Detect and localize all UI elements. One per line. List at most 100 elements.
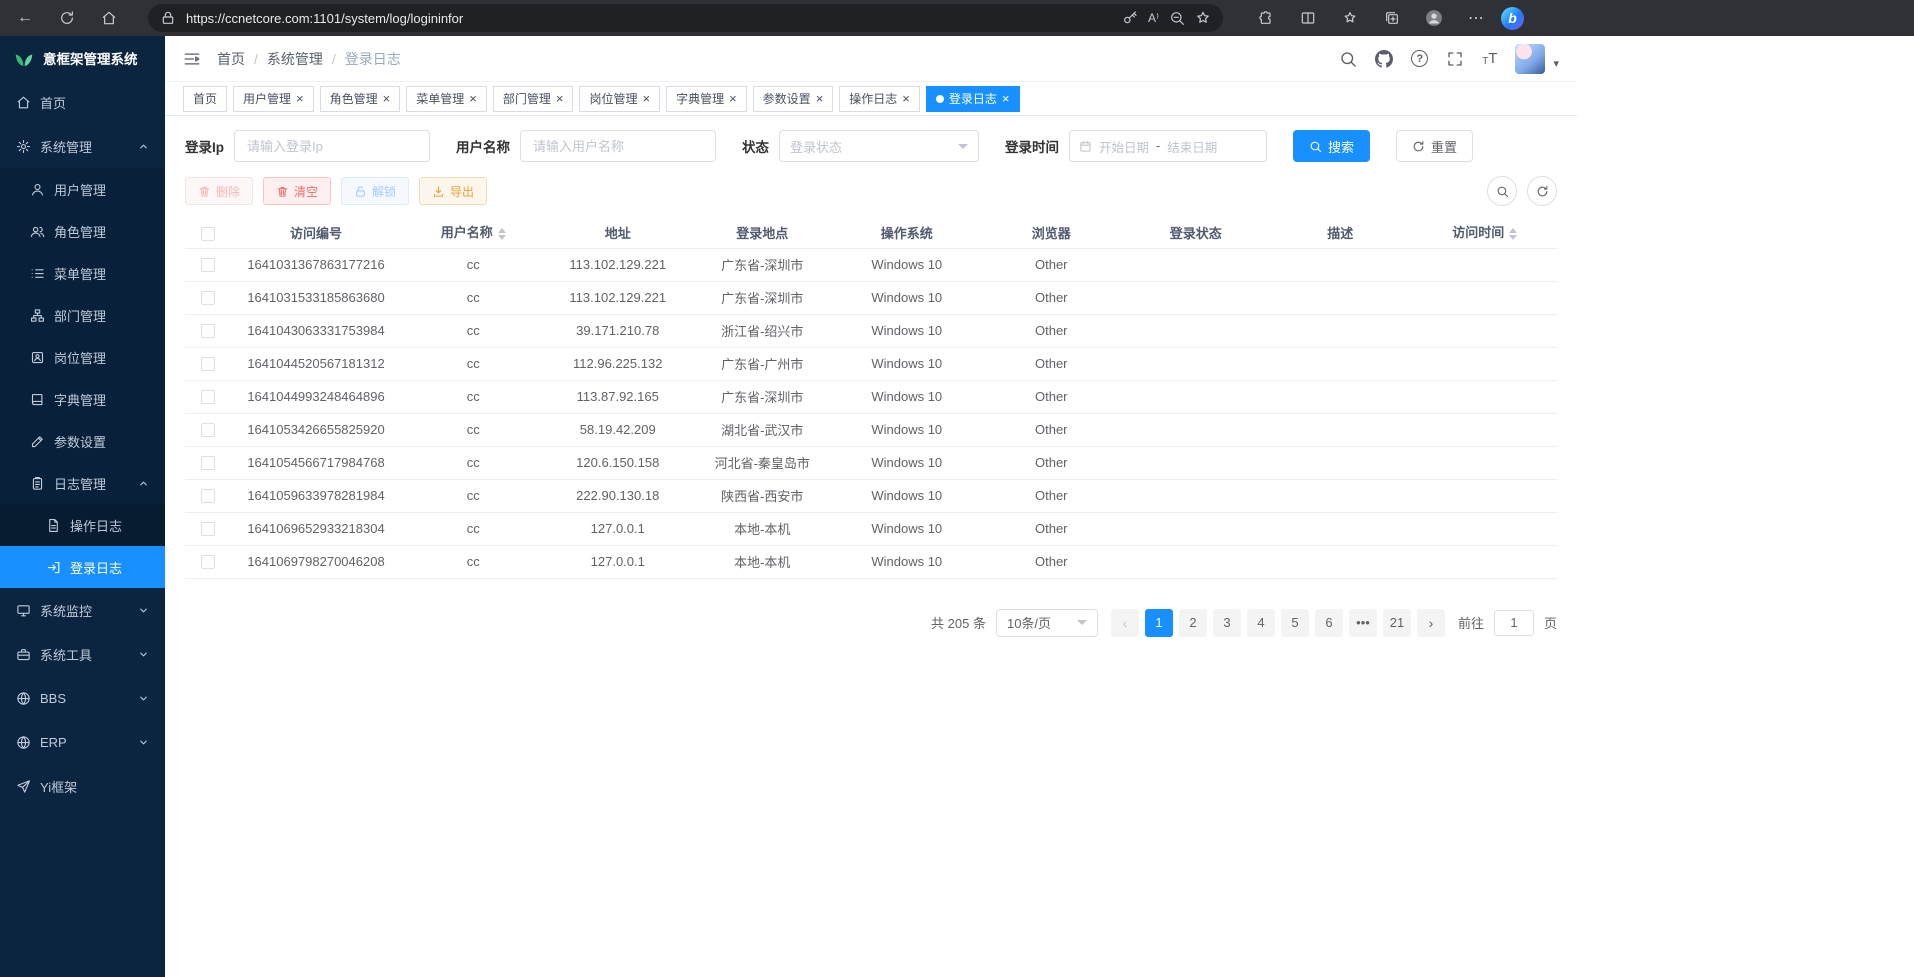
page-size-select[interactable]: 10条/页 [996, 609, 1098, 637]
page-button-3[interactable]: 3 [1213, 609, 1241, 637]
font-size-icon[interactable]: TT [1482, 50, 1497, 67]
toggle-search-icon[interactable] [1487, 176, 1517, 206]
page-ellipsis[interactable]: ••• [1349, 609, 1377, 637]
page-button-4[interactable]: 4 [1247, 609, 1275, 637]
tab-close-icon[interactable]: × [1002, 92, 1010, 105]
fullscreen-icon[interactable] [1446, 50, 1464, 68]
browser-menu-ellipsis-icon[interactable]: ⋯ [1459, 4, 1493, 32]
tab-close-icon[interactable]: × [902, 92, 910, 105]
header-search-icon[interactable] [1339, 50, 1357, 68]
extensions-icon[interactable] [1249, 4, 1283, 32]
export-button[interactable]: 导出 [419, 177, 487, 205]
sidebar-item-yi-framework[interactable]: Yi框架 [0, 764, 165, 808]
sidebar-item-bbs[interactable]: BBS [0, 676, 165, 720]
sidebar-item-home[interactable]: 首页 [0, 80, 165, 124]
row-checkbox[interactable] [201, 390, 215, 404]
sidebar-item-param-settings[interactable]: 参数设置 [0, 420, 165, 462]
page-button-2[interactable]: 2 [1179, 609, 1207, 637]
read-aloud-icon[interactable]: A⁾ [1148, 11, 1159, 25]
prev-page-button[interactable]: ‹ [1111, 609, 1139, 637]
sidebar-item-dept-management[interactable]: 部门管理 [0, 294, 165, 336]
row-checkbox[interactable] [201, 489, 215, 503]
user-avatar[interactable] [1515, 44, 1545, 74]
page-button-21[interactable]: 21 [1383, 609, 1411, 637]
next-page-button[interactable]: › [1417, 609, 1445, 637]
help-icon[interactable]: ? [1411, 50, 1428, 67]
sidebar-item-system-monitor[interactable]: 系统监控 [0, 588, 165, 632]
goto-page-input[interactable] [1494, 610, 1534, 636]
tab-角色管理[interactable]: 角色管理× [320, 86, 401, 112]
row-checkbox[interactable] [201, 324, 215, 338]
tab-close-icon[interactable]: × [296, 92, 304, 105]
sidebar-item-log-management[interactable]: 日志管理 [0, 462, 165, 504]
sidebar-item-post-management[interactable]: 岗位管理 [0, 336, 165, 378]
reset-button[interactable]: 重置 [1396, 130, 1473, 162]
tab-部门管理[interactable]: 部门管理× [493, 86, 574, 112]
login-ip-input[interactable] [234, 130, 430, 162]
breadcrumb-item-system[interactable]: 系统管理 [267, 49, 323, 69]
user-menu-caret-icon[interactable]: ▾ [1553, 57, 1559, 70]
sort-caret-icon[interactable] [498, 224, 506, 244]
profile-avatar-icon[interactable] [1417, 4, 1451, 32]
tab-close-icon[interactable]: × [556, 92, 564, 105]
sidebar-item-login-log[interactable]: 登录日志 [0, 546, 165, 588]
browser-refresh-icon[interactable] [50, 4, 84, 32]
tab-close-icon[interactable]: × [816, 92, 824, 105]
tab-字典管理[interactable]: 字典管理× [666, 86, 747, 112]
row-checkbox[interactable] [201, 555, 215, 569]
sidebar-item-role-management[interactable]: 角色管理 [0, 210, 165, 252]
favorites-bar-icon[interactable] [1333, 4, 1367, 32]
page-button-6[interactable]: 6 [1315, 609, 1343, 637]
sidebar-item-operation-log[interactable]: 操作日志 [0, 504, 165, 546]
favorite-star-icon[interactable] [1195, 10, 1211, 26]
bing-copilot-icon[interactable]: b [1501, 7, 1524, 30]
page-button-1[interactable]: 1 [1145, 609, 1173, 637]
row-checkbox[interactable] [201, 291, 215, 305]
browser-home-icon[interactable] [92, 4, 126, 32]
row-checkbox[interactable] [201, 423, 215, 437]
select-all-checkbox[interactable] [201, 227, 215, 241]
url-text[interactable]: https://ccnetcore.com:1101/system/log/lo… [186, 11, 1112, 26]
tab-close-icon[interactable]: × [729, 92, 737, 105]
zoom-out-icon[interactable] [1169, 10, 1185, 26]
tab-岗位管理[interactable]: 岗位管理× [579, 86, 660, 112]
tab-用户管理[interactable]: 用户管理× [233, 86, 314, 112]
github-icon[interactable] [1375, 50, 1393, 68]
sidebar-item-dict-management[interactable]: 字典管理 [0, 378, 165, 420]
status-select[interactable]: 登录状态 [779, 130, 979, 162]
split-screen-icon[interactable] [1291, 4, 1325, 32]
tab-close-icon[interactable]: × [642, 92, 650, 105]
tab-首页[interactable]: 首页 [183, 86, 227, 112]
user-name-input[interactable] [520, 130, 716, 162]
browser-back-icon[interactable]: ← [8, 4, 42, 32]
address-bar[interactable]: https://ccnetcore.com:1101/system/log/lo… [148, 4, 1223, 32]
page-button-5[interactable]: 5 [1281, 609, 1309, 637]
tab-close-icon[interactable]: × [469, 92, 477, 105]
sidebar-item-system-tools[interactable]: 系统工具 [0, 632, 165, 676]
tab-参数设置[interactable]: 参数设置× [753, 86, 834, 112]
sidebar-item-system-management[interactable]: 系统管理 [0, 124, 165, 168]
column-header-访问时间[interactable]: 访问时间 [1413, 218, 1558, 248]
breadcrumb-item-home[interactable]: 首页 [217, 49, 245, 69]
row-checkbox[interactable] [201, 522, 215, 536]
search-button[interactable]: 搜索 [1293, 130, 1370, 162]
row-checkbox[interactable] [201, 357, 215, 371]
refresh-table-icon[interactable] [1527, 176, 1557, 206]
tab-close-icon[interactable]: × [383, 92, 391, 105]
sidebar-item-erp[interactable]: ERP [0, 720, 165, 764]
tab-菜单管理[interactable]: 菜单管理× [406, 86, 487, 112]
login-time-range-picker[interactable]: 开始日期 - 结束日期 [1069, 130, 1267, 162]
tab-登录日志[interactable]: 登录日志× [926, 86, 1020, 112]
site-info-lock-icon[interactable] [160, 10, 176, 26]
delete-button[interactable]: 删除 [185, 177, 253, 205]
clear-button[interactable]: 清空 [263, 177, 331, 205]
sidebar-item-menu-management[interactable]: 菜单管理 [0, 252, 165, 294]
collections-icon[interactable] [1375, 4, 1409, 32]
column-header-用户名称[interactable]: 用户名称 [401, 218, 546, 248]
tab-操作日志[interactable]: 操作日志× [839, 86, 920, 112]
row-checkbox[interactable] [201, 456, 215, 470]
sort-caret-icon[interactable] [1509, 224, 1517, 244]
password-key-icon[interactable] [1122, 10, 1138, 26]
sidebar-toggle-icon[interactable] [183, 50, 201, 68]
sidebar-item-user-management[interactable]: 用户管理 [0, 168, 165, 210]
